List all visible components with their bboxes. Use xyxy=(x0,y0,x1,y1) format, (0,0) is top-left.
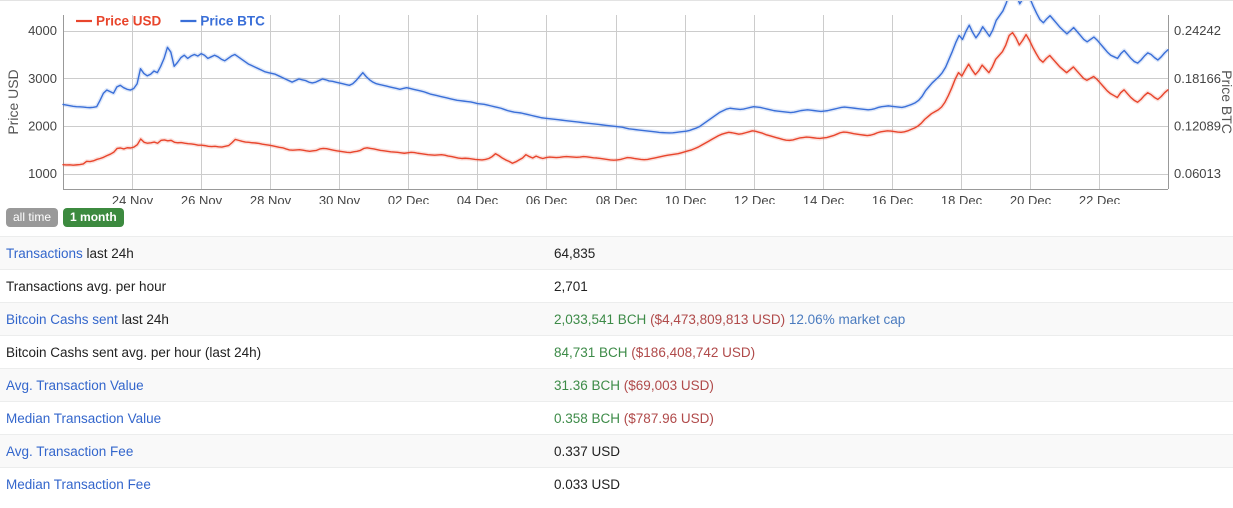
stat-value-part: ($69,003 USD) xyxy=(623,377,714,393)
stat-value-part: 31.36 BCH xyxy=(554,377,624,393)
chart-x-tick-label: 16 Dec xyxy=(872,193,914,204)
stat-label-link[interactable]: Median Transaction Fee xyxy=(6,477,151,492)
stat-value-cell: 2,701 xyxy=(554,269,1233,303)
chart-x-tick-label: 12 Dec xyxy=(734,193,776,204)
stat-label-text: Bitcoin Cashs sent avg. per hour (last 2… xyxy=(6,344,262,360)
chart-x-tick-label: 24 Nov xyxy=(112,193,154,204)
legend-label-price-btc: Price BTC xyxy=(200,14,265,29)
table-row: Transactions avg. per hour 2,701 xyxy=(0,269,1233,303)
chart-y-tick-label-left: 3000 xyxy=(28,71,57,86)
stat-value-part: 0.033 USD xyxy=(554,476,621,492)
stat-label-cell: Bitcoin Cashs sent avg. per hour (last 2… xyxy=(0,335,554,369)
stat-label-text: last 24h xyxy=(117,311,169,327)
stat-value-cell: 0.033 USD xyxy=(554,467,1233,501)
chart-y-tick-label-right: 0.18166 xyxy=(1174,71,1221,86)
chart-y-tick-label-right: 0.12089 xyxy=(1174,119,1221,134)
stat-value-part: 2,701 xyxy=(554,278,588,294)
stat-value-cell: 0.358 BCH ($787.96 USD) xyxy=(554,401,1233,435)
table-row: Median Transaction Fee 0.033 USD xyxy=(0,467,1233,501)
legend-label-price-usd: Price USD xyxy=(96,14,162,29)
chart-x-tick-label: 10 Dec xyxy=(665,193,707,204)
stat-value-cell: 31.36 BCH ($69,003 USD) xyxy=(554,368,1233,402)
chart-y-axis-title-right: Price BTC xyxy=(1219,70,1233,134)
table-row: Avg. Transaction Value 31.36 BCH ($69,003… xyxy=(0,368,1233,402)
stat-value-part: 64,835 xyxy=(554,245,596,261)
stat-label-link[interactable]: Bitcoin Cashs sent xyxy=(6,312,118,327)
stat-value-part: ($186,408,742 USD) xyxy=(631,344,756,360)
chart-y-tick-label-right: 0.24242 xyxy=(1174,23,1221,38)
stat-label-link[interactable]: Transactions xyxy=(6,246,83,261)
table-row: Avg. Transaction Fee 0.337 USD xyxy=(0,434,1233,468)
chart-series-price-usd xyxy=(62,31,1169,166)
stat-value-part: ($4,473,809,813 USD) xyxy=(650,311,786,327)
chart-x-tick-label: 02 Dec xyxy=(388,193,430,204)
price-chart[interactable]: 1000 2000 3000 4000 0.06013 0.12089 0.18166 0.2… xyxy=(0,1,1233,204)
chart-x-tick-label: 04 Dec xyxy=(457,193,499,204)
table-row: Bitcoin Cashs sent last 24h 2,033,541 BCH… xyxy=(0,302,1233,336)
stat-value-part: 0.358 BCH xyxy=(554,410,624,426)
stat-value-cell: 84,731 BCH ($186,408,742 USD) xyxy=(554,335,1233,369)
chart-x-tick-label: 18 Dec xyxy=(941,193,983,204)
table-row: Transactions last 24h 64,835 xyxy=(0,236,1233,270)
stat-label-cell: Median Transaction Fee xyxy=(0,467,554,501)
chart-y-tick-label-left: 1000 xyxy=(28,166,57,181)
stat-label-cell: Transactions last 24h xyxy=(0,236,554,270)
stat-value-part: ($787.96 USD) xyxy=(623,410,714,426)
stat-label-cell: Median Transaction Value xyxy=(0,401,554,435)
stat-value-cell: 2,033,541 BCH ($4,473,809,813 USD) 12.06… xyxy=(554,302,1233,336)
stat-label-cell: Avg. Transaction Fee xyxy=(0,434,554,468)
chart-y-tick-label-right: 0.06013 xyxy=(1174,166,1221,181)
stat-label-cell: Avg. Transaction Value xyxy=(0,368,554,402)
chart-x-tick-label: 22 Dec xyxy=(1079,193,1121,204)
stat-label-cell: Bitcoin Cashs sent last 24h xyxy=(0,302,554,336)
chart-range-selector[interactable]: all time 1 month xyxy=(6,208,124,227)
table-row: Median Transaction Value 0.358 BCH ($787.… xyxy=(0,401,1233,435)
stat-label-link[interactable]: Avg. Transaction Value xyxy=(6,378,144,393)
chart-x-tick-label: 30 Nov xyxy=(319,193,361,204)
range-button-all-time[interactable]: all time xyxy=(6,208,59,227)
stat-value-part: 0.337 USD xyxy=(554,443,621,459)
chart-x-tick-label: 08 Dec xyxy=(596,193,638,204)
stat-value-part: 2,033,541 BCH xyxy=(554,311,651,327)
stat-label-text: Transactions avg. per hour xyxy=(6,278,167,294)
chart-x-tick-label: 28 Nov xyxy=(250,193,292,204)
stat-label-cell: Transactions avg. per hour xyxy=(0,269,554,303)
chart-x-tick-label: 14 Dec xyxy=(803,193,845,204)
stat-label-link[interactable]: Median Transaction Value xyxy=(6,411,161,426)
stat-value-cell: 64,835 xyxy=(554,236,1233,270)
table-row: Bitcoin Cashs sent avg. per hour (last 2… xyxy=(0,335,1233,369)
range-button-1-month[interactable]: 1 month xyxy=(63,208,124,227)
stat-label-link[interactable]: Avg. Transaction Fee xyxy=(6,444,133,459)
chart-legend: Price USD Price BTC xyxy=(76,14,265,29)
chart-x-tick-label: 20 Dec xyxy=(1010,193,1052,204)
stat-value-cell: 0.337 USD xyxy=(554,434,1233,468)
chart-y-axis-title-left: Price USD xyxy=(5,69,21,134)
chart-x-tick-label: 06 Dec xyxy=(526,193,568,204)
price-chart-panel: 1000 2000 3000 4000 0.06013 0.12089 0.18166 0.2… xyxy=(0,1,1233,204)
chart-x-tick-label: 26 Nov xyxy=(181,193,223,204)
stat-value-part: 12.06% market cap xyxy=(785,311,906,327)
stat-label-text: last 24h xyxy=(82,245,134,261)
blockchain-stats-table: Transactions last 24h 64,835 Transactions … xyxy=(0,236,1233,501)
stat-value-part: 84,731 BCH xyxy=(554,344,632,360)
chart-y-tick-label-left: 4000 xyxy=(28,23,57,38)
chart-y-tick-label-left: 2000 xyxy=(28,119,57,134)
